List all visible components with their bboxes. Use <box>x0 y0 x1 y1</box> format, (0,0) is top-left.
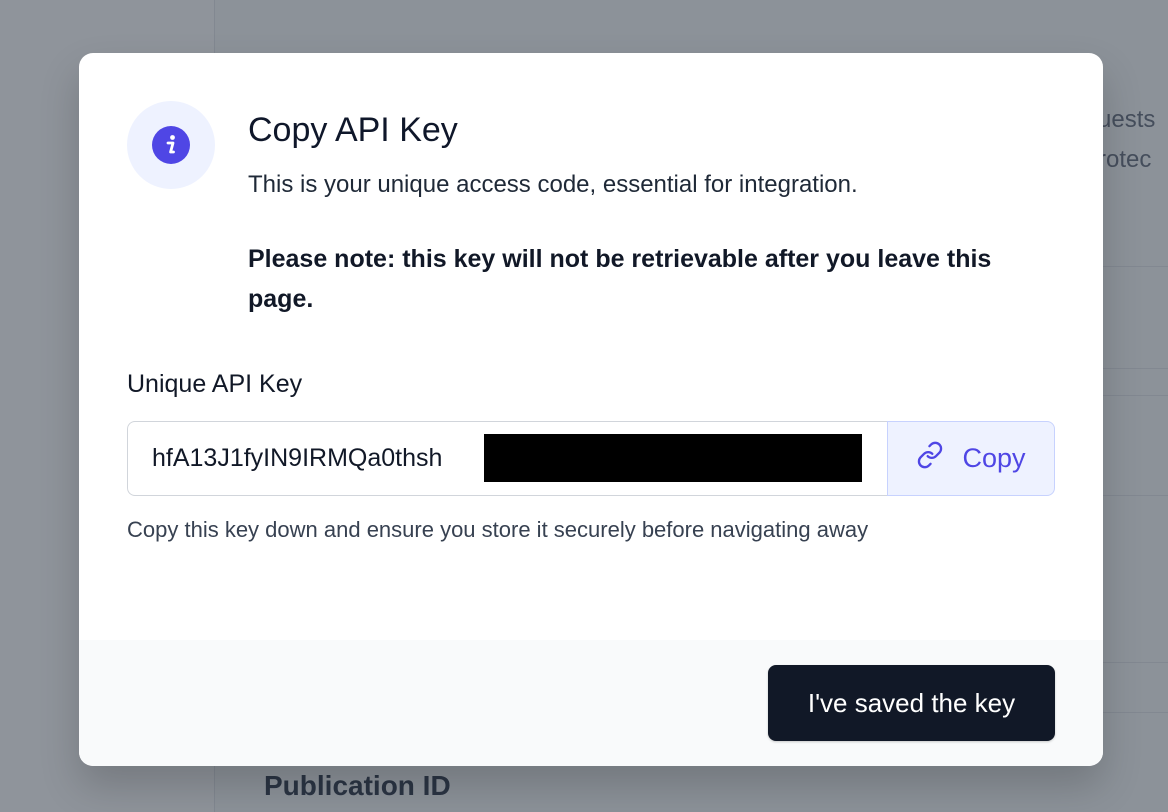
modal-title: Copy API Key <box>248 111 458 149</box>
modal-warning-note: Please note: this key will not be retrie… <box>248 245 992 313</box>
info-icon <box>152 126 190 164</box>
api-key-input-group: Copy <box>127 421 1055 496</box>
copy-api-key-modal: Copy API Key This is your unique access … <box>79 53 1103 766</box>
api-key-field-label: Unique API Key <box>127 370 303 398</box>
modal-description: This is your unique access code, essenti… <box>248 171 858 198</box>
api-key-helper-text: Copy this key down and ensure you store … <box>127 517 869 542</box>
redaction-block <box>484 434 862 482</box>
modal-footer: I've saved the key <box>79 640 1103 766</box>
info-badge <box>127 101 215 189</box>
saved-key-button[interactable]: I've saved the key <box>768 665 1055 741</box>
copy-button-label: Copy <box>962 443 1026 473</box>
link-icon <box>916 441 944 476</box>
copy-button[interactable]: Copy <box>887 421 1055 496</box>
